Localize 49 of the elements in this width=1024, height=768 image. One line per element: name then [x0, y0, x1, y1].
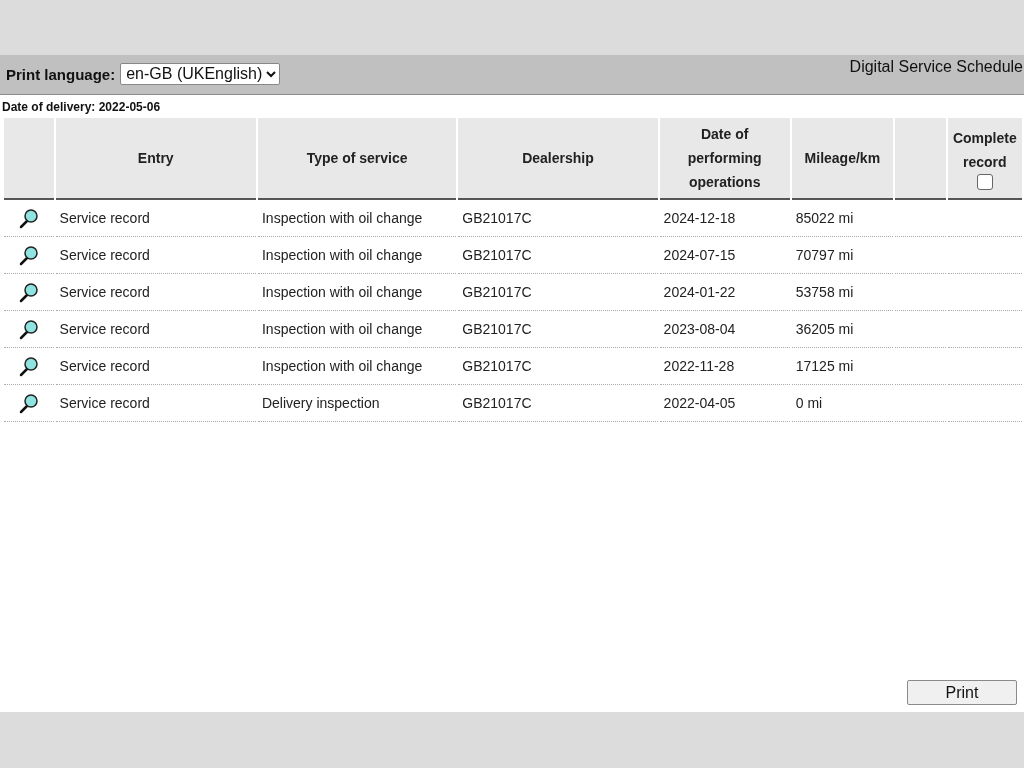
- table-cell: 53758 mi: [791, 274, 893, 311]
- column-header: Date of performing operations: [659, 118, 790, 200]
- table-cell: Delivery inspection: [257, 385, 457, 422]
- table-cell: 2022-11-28: [659, 348, 790, 385]
- table-cell: 70797 mi: [791, 237, 893, 274]
- table-cell: Service record: [55, 200, 256, 237]
- table-cell: GB21017C: [458, 237, 658, 274]
- table-cell: Service record: [55, 385, 256, 422]
- table-cell: Service record: [55, 311, 256, 348]
- delivery-date: Date of delivery: 2022-05-06: [1, 99, 162, 116]
- table-cell: 2024-07-15: [659, 237, 790, 274]
- table-cell: GB21017C: [458, 311, 658, 348]
- magnifier-icon[interactable]: [17, 318, 40, 340]
- table-cell: 17125 mi: [791, 348, 893, 385]
- page-title: Digital Service Schedule: [849, 57, 1024, 76]
- caret-icon[interactable]: [266, 70, 277, 78]
- table-cell: Inspection with oil change: [257, 311, 457, 348]
- column-header: Dealership: [458, 118, 658, 200]
- magnifier-icon[interactable]: [17, 392, 40, 414]
- magnifier-icon[interactable]: [17, 281, 40, 303]
- table-cell: 36205 mi: [791, 311, 893, 348]
- column-header: Type of service: [257, 118, 457, 200]
- complete-record-label: Complete record: [951, 129, 1018, 172]
- complete-record-checkbox[interactable]: [976, 174, 993, 190]
- table-cell: Service record: [55, 274, 256, 311]
- table-cell: Inspection with oil change: [257, 200, 457, 237]
- table-cell: 2022-04-05: [659, 385, 790, 422]
- table-cell: Service record: [55, 348, 256, 385]
- table-cell: 85022 mi: [791, 200, 893, 237]
- table-cell: GB21017C: [458, 274, 658, 311]
- table-cell: GB21017C: [458, 200, 658, 237]
- table-cell: GB21017C: [458, 385, 658, 422]
- magnifier-icon[interactable]: [17, 244, 40, 266]
- table-cell: Inspection with oil change: [257, 237, 457, 274]
- print-language-label: Print language:: [6, 65, 116, 83]
- table-cell: GB21017C: [458, 348, 658, 385]
- table-cell: Service record: [55, 237, 256, 274]
- table-cell: Inspection with oil change: [257, 348, 457, 385]
- column-header: Entry: [55, 118, 256, 200]
- print-button[interactable]: Print: [907, 680, 1017, 705]
- table-cell: 0 mi: [791, 385, 893, 422]
- table-cell: Inspection with oil change: [257, 274, 457, 311]
- table-cell: 2024-01-22: [659, 274, 790, 311]
- table-cell: 2024-12-18: [659, 200, 790, 237]
- magnifier-icon[interactable]: [17, 207, 40, 229]
- column-header: Mileage/km: [791, 118, 893, 200]
- magnifier-icon[interactable]: [17, 355, 40, 377]
- language-select[interactable]: en-GB (UKEnglish): [120, 63, 281, 85]
- table-cell: 2023-08-04: [659, 311, 790, 348]
